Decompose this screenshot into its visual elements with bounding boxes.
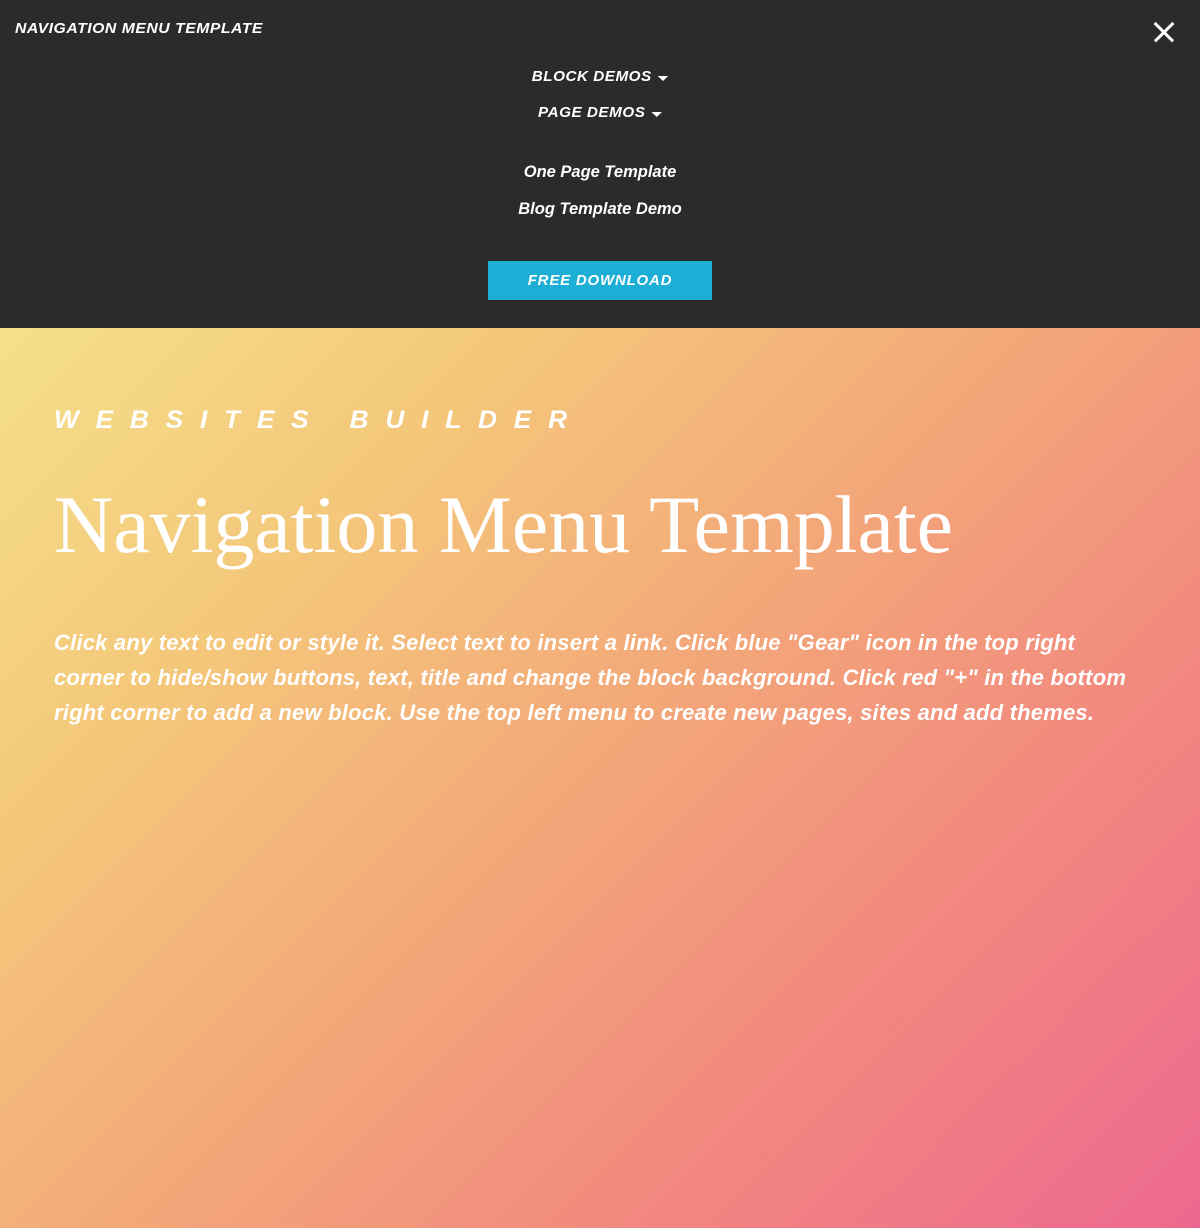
nav-dropdown-block-demos[interactable]: BLOCK DEMOS: [532, 69, 669, 85]
nav-link-one-page[interactable]: One Page Template: [524, 163, 677, 182]
nav-container: BLOCK DEMOS PAGE DEMOS One Page Template…: [15, 69, 1185, 300]
nav-dropdown-label: BLOCK DEMOS: [532, 69, 652, 85]
hero-section: WEBSITES BUILDER Navigation Menu Templat…: [0, 328, 1200, 1228]
download-button[interactable]: FREE DOWNLOAD: [488, 261, 713, 300]
chevron-down-icon: [652, 112, 663, 117]
header: NAVIGATION MENU TEMPLATE BLOCK DEMOS PAG…: [0, 0, 1200, 328]
hero-description[interactable]: Click any text to edit or style it. Sele…: [54, 626, 1146, 730]
logo[interactable]: NAVIGATION MENU TEMPLATE: [15, 20, 1200, 37]
hero-subtitle[interactable]: WEBSITES BUILDER: [54, 406, 1200, 435]
nav-dropdown-page-demos[interactable]: PAGE DEMOS: [538, 105, 662, 121]
hero-title[interactable]: Navigation Menu Template: [54, 480, 1146, 570]
nav-link-blog-template[interactable]: Blog Template Demo: [518, 200, 682, 219]
chevron-down-icon: [658, 76, 669, 81]
nav-dropdown-label: PAGE DEMOS: [538, 105, 645, 121]
close-icon[interactable]: [1150, 18, 1178, 46]
